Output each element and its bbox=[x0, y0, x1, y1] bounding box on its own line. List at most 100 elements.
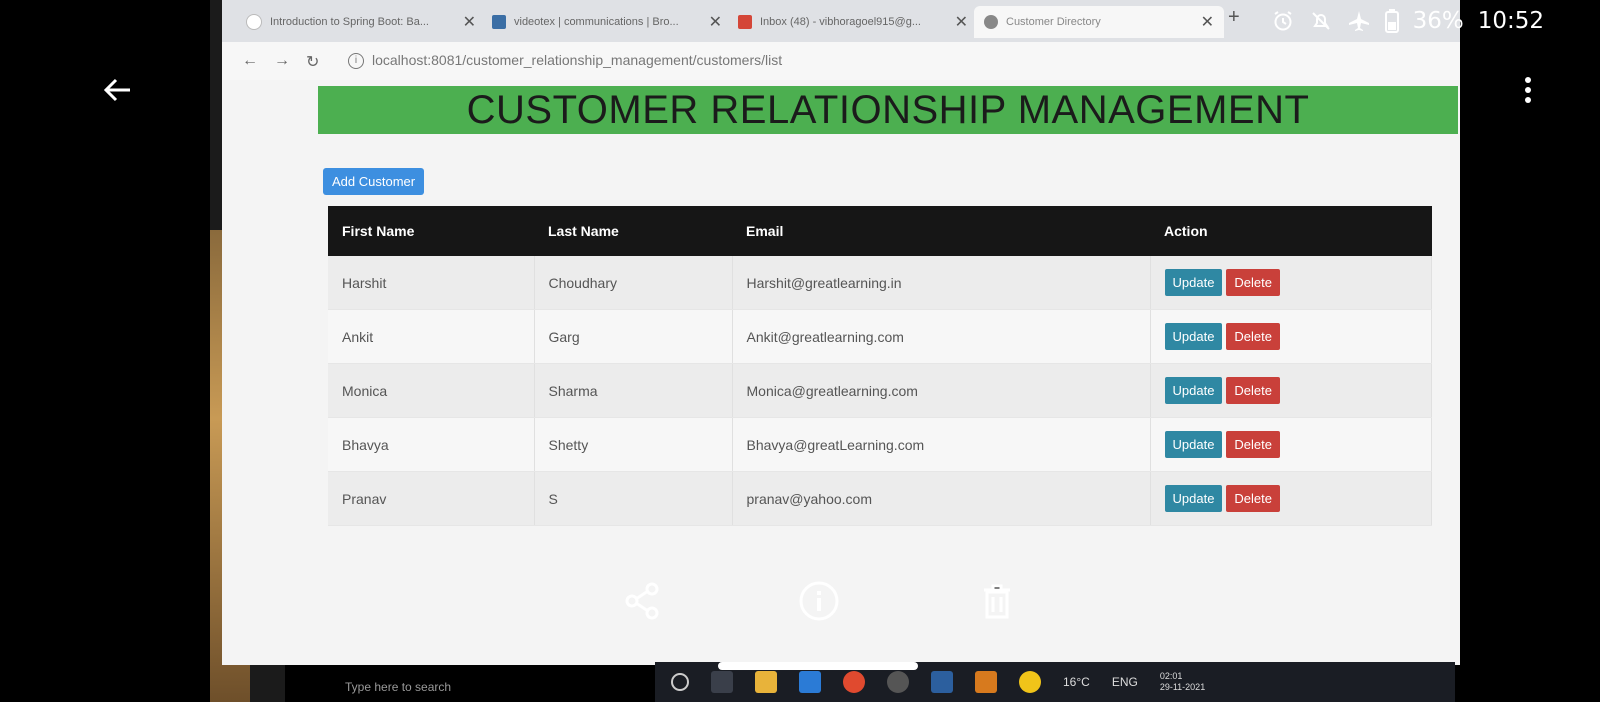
web-page: CUSTOMER RELATIONSHIP MANAGEMENT Add Cus… bbox=[222, 80, 1460, 665]
settings-icon[interactable] bbox=[887, 671, 909, 693]
email-cell: Ankit@greatlearning.com bbox=[732, 309, 1151, 364]
back-arrow-icon bbox=[103, 78, 130, 102]
reload-icon[interactable]: ↻ bbox=[306, 52, 319, 72]
first-name-cell: Ankit bbox=[328, 309, 535, 364]
more-options-button[interactable] bbox=[1518, 72, 1538, 108]
sublime-icon[interactable] bbox=[975, 671, 997, 693]
last-name-cell: S bbox=[534, 471, 733, 526]
taskbar-search-hint: Type here to search bbox=[345, 680, 452, 694]
gmail-favicon-icon bbox=[738, 15, 752, 29]
last-name-cell: Shetty bbox=[534, 417, 733, 472]
task-view-icon[interactable] bbox=[711, 671, 733, 693]
email-cell: Monica@greatlearning.com bbox=[732, 363, 1151, 418]
browser-tab-2[interactable]: videotex | communications | Bro... ✕ bbox=[482, 6, 732, 38]
back-button[interactable] bbox=[100, 72, 136, 108]
table-row: Ankit Garg Ankit@greatlearning.com Updat… bbox=[328, 309, 1432, 364]
alarm-icon bbox=[1271, 9, 1295, 33]
clock: 10:52 bbox=[1477, 8, 1544, 34]
weather-icon bbox=[1019, 671, 1041, 693]
new-tab-button[interactable]: + bbox=[1228, 6, 1240, 29]
address-bar: ← → ↻ i localhost:8081/customer_relation… bbox=[222, 42, 1460, 81]
taskbar-date: 29-11-2021 bbox=[1159, 682, 1206, 692]
email-cell: pranav@yahoo.com bbox=[732, 471, 1151, 526]
action-cell: Update Delete bbox=[1150, 256, 1432, 310]
update-button[interactable]: Update bbox=[1164, 377, 1223, 404]
status-bar: 36% 10:52 bbox=[1271, 8, 1544, 34]
tab-title: Introduction to Spring Boot: Ba... bbox=[270, 16, 429, 28]
delete-button[interactable]: Delete bbox=[1226, 323, 1280, 350]
close-tab-icon[interactable]: ✕ bbox=[955, 12, 968, 32]
browser-tab-3[interactable]: Inbox (48) - vibhoragoel915@g... ✕ bbox=[728, 6, 978, 38]
browser-back-icon[interactable]: ← bbox=[242, 52, 258, 70]
site-info-icon[interactable]: i bbox=[348, 53, 364, 69]
tab-title: Customer Directory bbox=[1006, 16, 1101, 28]
first-name-cell: Pranav bbox=[328, 471, 535, 526]
monitor-screen: Introduction to Spring Boot: Ba... ✕ vid… bbox=[222, 0, 1460, 665]
info-button[interactable] bbox=[798, 580, 840, 622]
trash-icon bbox=[984, 584, 1010, 619]
action-cell: Update Delete bbox=[1150, 417, 1432, 472]
chrome-icon[interactable] bbox=[843, 671, 865, 693]
home-gesture-bar[interactable] bbox=[718, 662, 918, 670]
delete-button[interactable]: Delete bbox=[1226, 269, 1280, 296]
input-language[interactable]: ENG bbox=[1112, 675, 1138, 689]
site-favicon-icon bbox=[492, 15, 506, 29]
column-header: Action bbox=[1150, 206, 1432, 256]
first-name-cell: Harshit bbox=[328, 256, 535, 310]
close-tab-icon[interactable]: ✕ bbox=[1201, 12, 1214, 32]
table-row: Bhavya Shetty Bhavya@greatLearning.com U… bbox=[328, 417, 1432, 472]
delete-photo-button[interactable] bbox=[976, 580, 1018, 622]
action-cell: Update Delete bbox=[1150, 471, 1432, 526]
browser-forward-icon[interactable]: → bbox=[274, 52, 290, 70]
update-button[interactable]: Update bbox=[1164, 323, 1223, 350]
first-name-cell: Monica bbox=[328, 363, 535, 418]
action-cell: Update Delete bbox=[1150, 309, 1432, 364]
action-cell: Update Delete bbox=[1150, 363, 1432, 418]
last-name-cell: Garg bbox=[534, 309, 733, 364]
globe-favicon-icon bbox=[984, 15, 998, 29]
page-title: CUSTOMER RELATIONSHIP MANAGEMENT bbox=[466, 87, 1310, 132]
customer-table: First Name Last Name Email Action Harshi… bbox=[328, 206, 1432, 526]
battery-percent: 36% bbox=[1412, 8, 1464, 34]
last-name-cell: Choudhary bbox=[534, 256, 733, 310]
table-row: Monica Sharma Monica@greatlearning.com U… bbox=[328, 363, 1432, 418]
share-icon bbox=[625, 582, 659, 620]
table-row: Harshit Choudhary Harshit@greatlearning.… bbox=[328, 256, 1432, 310]
update-button[interactable]: Update bbox=[1164, 485, 1223, 512]
store-icon[interactable] bbox=[799, 671, 821, 693]
airplane-mode-icon bbox=[1347, 9, 1371, 33]
tab-title: Inbox (48) - vibhoragoel915@g... bbox=[760, 16, 921, 28]
browser-tab-1[interactable]: Introduction to Spring Boot: Ba... ✕ bbox=[236, 6, 486, 38]
url-field[interactable]: localhost:8081/customer_relationship_man… bbox=[372, 52, 782, 68]
close-tab-icon[interactable]: ✕ bbox=[709, 12, 722, 32]
table-header-row: First Name Last Name Email Action bbox=[328, 206, 1432, 256]
delete-button[interactable]: Delete bbox=[1226, 377, 1280, 404]
update-button[interactable]: Update bbox=[1164, 269, 1223, 296]
column-header: First Name bbox=[328, 206, 534, 256]
info-icon bbox=[799, 581, 839, 621]
notifications-off-icon bbox=[1309, 9, 1333, 33]
battery-icon bbox=[1384, 9, 1399, 33]
email-cell: Harshit@greatlearning.in bbox=[732, 256, 1151, 310]
tab-title: videotex | communications | Bro... bbox=[514, 16, 679, 28]
file-explorer-icon[interactable] bbox=[755, 671, 777, 693]
taskbar-clock[interactable]: 02:01 29-11-2021 bbox=[1160, 671, 1205, 693]
page-banner: CUSTOMER RELATIONSHIP MANAGEMENT bbox=[318, 86, 1458, 134]
last-name-cell: Sharma bbox=[534, 363, 733, 418]
share-button[interactable] bbox=[622, 580, 664, 622]
delete-button[interactable]: Delete bbox=[1226, 431, 1280, 458]
browser-tab-active[interactable]: Customer Directory ✕ bbox=[974, 6, 1224, 38]
column-header: Last Name bbox=[534, 206, 732, 256]
google-favicon-icon bbox=[246, 14, 262, 30]
close-tab-icon[interactable]: ✕ bbox=[463, 12, 476, 32]
gallery-action-bar bbox=[620, 580, 1020, 622]
update-button[interactable]: Update bbox=[1164, 431, 1223, 458]
kebab-menu-icon bbox=[1525, 77, 1531, 103]
email-cell: Bhavya@greatLearning.com bbox=[732, 417, 1151, 472]
weather-temp: 16°C bbox=[1063, 675, 1090, 689]
eclipse-icon[interactable] bbox=[931, 671, 953, 693]
add-customer-button[interactable]: Add Customer bbox=[323, 168, 425, 195]
delete-button[interactable]: Delete bbox=[1226, 485, 1280, 512]
cortana-icon[interactable] bbox=[671, 673, 689, 691]
first-name-cell: Bhavya bbox=[328, 417, 535, 472]
